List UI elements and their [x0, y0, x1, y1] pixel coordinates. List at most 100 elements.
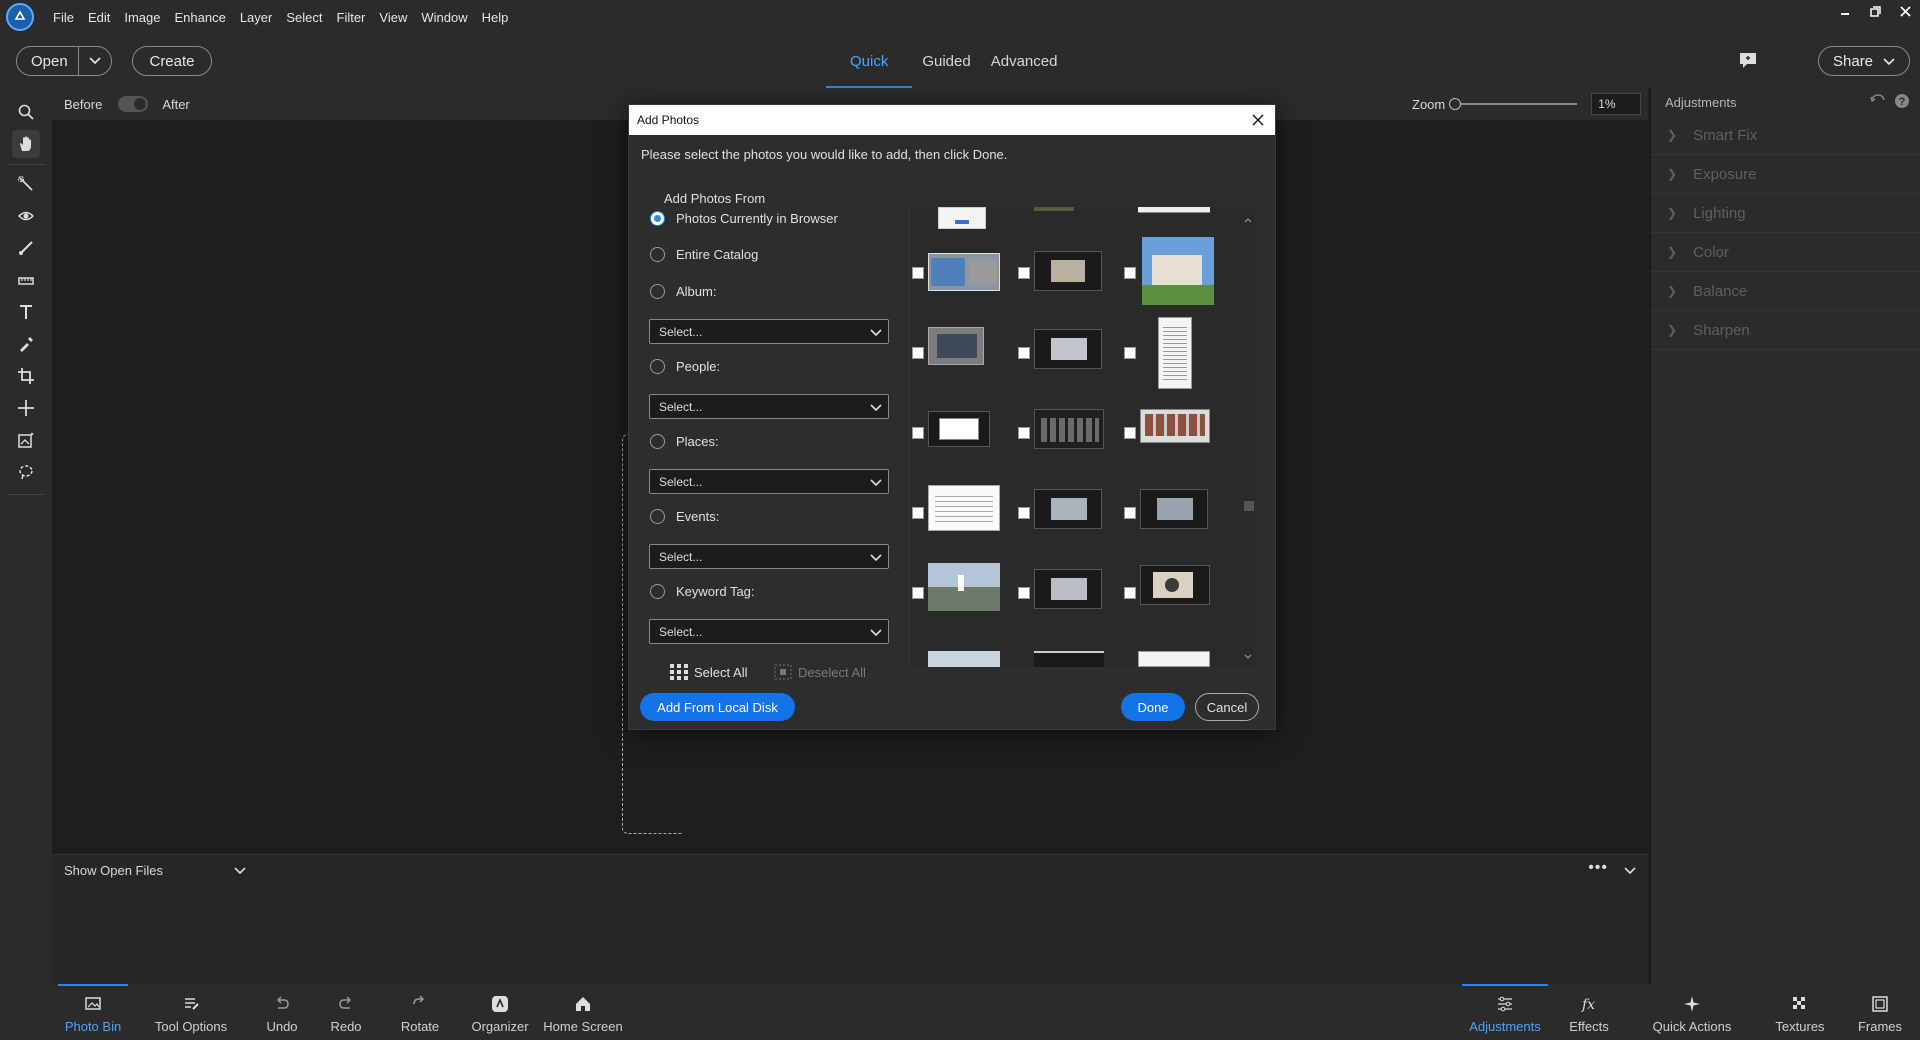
photo-checkbox[interactable]: [912, 427, 924, 439]
adjustment-exposure[interactable]: ❯ Exposure: [1651, 155, 1920, 194]
menu-edit[interactable]: Edit: [81, 10, 117, 25]
before-after-toggle[interactable]: [118, 96, 149, 112]
photo-thumbnail[interactable]: [1034, 409, 1104, 449]
menu-help[interactable]: Help: [475, 10, 516, 25]
photo-checkbox[interactable]: [1018, 507, 1030, 519]
adjustment-color[interactable]: ❯ Color: [1651, 233, 1920, 272]
red-eye-tool-icon[interactable]: [12, 202, 40, 230]
photo-thumbnail[interactable]: [1034, 651, 1104, 667]
radio-button[interactable]: [650, 247, 665, 262]
radio-button[interactable]: [650, 359, 665, 374]
thumbnail-cell[interactable]: [912, 557, 1016, 635]
photo-thumbnail[interactable]: [928, 651, 1000, 667]
redo-button[interactable]: Redo: [324, 984, 368, 1040]
photo-checkbox[interactable]: [1018, 587, 1030, 599]
radio-button[interactable]: [650, 434, 665, 449]
option-events[interactable]: Events:: [650, 509, 719, 524]
radio-button[interactable]: [650, 509, 665, 524]
option-places[interactable]: Places:: [650, 434, 719, 449]
scrollbar-thumb[interactable]: [1244, 501, 1254, 511]
adjustment-lighting[interactable]: ❯ Lighting: [1651, 194, 1920, 233]
thumbnail-cell[interactable]: [1124, 317, 1228, 395]
thumbnail-cell[interactable]: [1124, 397, 1228, 475]
photo-thumbnail[interactable]: [928, 485, 1000, 531]
events-select[interactable]: Select...: [649, 544, 889, 569]
thumbnail-cell[interactable]: [1018, 477, 1122, 555]
option-entire-catalog[interactable]: Entire Catalog: [650, 247, 758, 262]
grid-scrollbar[interactable]: [1241, 207, 1255, 667]
thumbnail-cell[interactable]: [912, 317, 1016, 395]
photo-thumbnail[interactable]: [928, 253, 1000, 291]
photo-checkbox[interactable]: [1124, 427, 1136, 439]
crop-tool-icon[interactable]: [12, 362, 40, 390]
radio-button-selected[interactable]: [650, 211, 665, 226]
photo-thumbnail[interactable]: [1140, 409, 1210, 443]
photo-checkbox[interactable]: [912, 587, 924, 599]
menu-select[interactable]: Select: [279, 10, 329, 25]
menu-filter[interactable]: Filter: [330, 10, 373, 25]
photo-checkbox[interactable]: [1018, 267, 1030, 279]
straighten-tool-icon[interactable]: [12, 266, 40, 294]
photo-mix-tool-icon[interactable]: [12, 426, 40, 454]
option-people[interactable]: People:: [650, 359, 720, 374]
photo-thumbnail[interactable]: [1034, 569, 1102, 609]
close-icon[interactable]: [1249, 111, 1267, 129]
photo-checkbox[interactable]: [1124, 507, 1136, 519]
photo-thumbnail[interactable]: [1140, 489, 1208, 529]
album-select[interactable]: Select...: [649, 319, 889, 344]
undo-button[interactable]: Undo: [260, 984, 304, 1040]
keyword-tag-select[interactable]: Select...: [649, 619, 889, 644]
photo-thumbnail[interactable]: [928, 411, 990, 447]
quick-selection-tool-icon[interactable]: [12, 170, 40, 198]
photo-thumbnail[interactable]: [928, 563, 1000, 611]
zoom-value-field[interactable]: 1%: [1591, 93, 1642, 115]
chevron-down-icon[interactable]: [234, 863, 246, 878]
move-tool-icon[interactable]: [12, 394, 40, 422]
thumbnail-cell[interactable]: [1124, 557, 1228, 635]
photo-checkbox[interactable]: [912, 347, 924, 359]
chevron-up-icon[interactable]: [1244, 211, 1252, 226]
photo-thumbnail[interactable]: [938, 207, 986, 229]
option-photos-in-browser[interactable]: Photos Currently in Browser: [650, 211, 838, 226]
option-keyword-tag[interactable]: Keyword Tag:: [650, 584, 755, 599]
photo-thumbnail[interactable]: [1138, 207, 1210, 213]
menu-file[interactable]: File: [46, 10, 81, 25]
tab-quick[interactable]: Quick: [826, 34, 913, 88]
more-options-icon[interactable]: •••: [1588, 859, 1608, 877]
thumbnail-cell[interactable]: [1018, 557, 1122, 635]
open-button[interactable]: Open: [16, 46, 112, 76]
add-from-local-disk-button[interactable]: Add From Local Disk: [640, 693, 795, 721]
deselect-all-button[interactable]: Deselect All: [773, 663, 866, 681]
places-select[interactable]: Select...: [649, 469, 889, 494]
photo-thumbnail[interactable]: [928, 327, 984, 365]
rotate-button[interactable]: Rotate: [392, 984, 448, 1040]
adjustment-sharpen[interactable]: ❯ Sharpen: [1651, 311, 1920, 350]
chevron-down-icon[interactable]: [1244, 648, 1252, 663]
restore-icon[interactable]: [1860, 0, 1890, 22]
photo-thumbnail[interactable]: [1034, 207, 1074, 211]
chevron-down-icon[interactable]: [79, 57, 111, 65]
menu-window[interactable]: Window: [414, 10, 474, 25]
option-album[interactable]: Album:: [650, 284, 716, 299]
people-select[interactable]: Select...: [649, 394, 889, 419]
quick-actions-button[interactable]: Quick Actions: [1644, 984, 1740, 1040]
thumbnail-cell[interactable]: [912, 397, 1016, 475]
frames-button[interactable]: Frames: [1852, 984, 1908, 1040]
zoom-slider-handle[interactable]: [1449, 98, 1462, 110]
type-tool-icon[interactable]: [12, 298, 40, 326]
photo-checkbox[interactable]: [1018, 427, 1030, 439]
thumbnail-cell[interactable]: [912, 477, 1016, 555]
photo-thumbnail[interactable]: [1142, 237, 1214, 305]
show-open-files-dropdown[interactable]: Show Open Files: [52, 863, 163, 878]
select-all-button[interactable]: Select All: [669, 663, 747, 681]
adjustment-balance[interactable]: ❯ Balance: [1651, 272, 1920, 311]
whiten-teeth-tool-icon[interactable]: [12, 234, 40, 262]
photo-checkbox[interactable]: [1018, 347, 1030, 359]
photo-checkbox[interactable]: [912, 507, 924, 519]
photo-thumbnail[interactable]: [1034, 489, 1102, 529]
thumbnail-cell[interactable]: [1018, 237, 1122, 315]
textures-button[interactable]: Textures: [1764, 984, 1836, 1040]
zoom-slider[interactable]: [1449, 98, 1578, 110]
menu-view[interactable]: View: [372, 10, 414, 25]
photo-checkbox[interactable]: [1124, 267, 1136, 279]
